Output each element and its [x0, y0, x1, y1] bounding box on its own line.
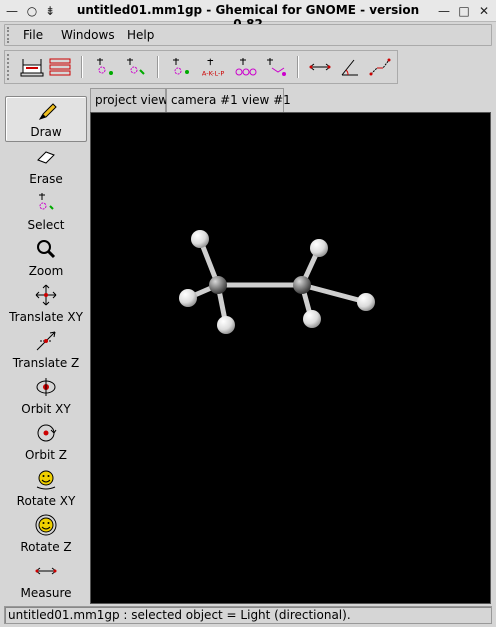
tool-label: Translate Z	[12, 356, 80, 370]
tool-orbit-z[interactable]: Orbit Z	[5, 418, 87, 464]
pencil-icon	[33, 100, 61, 124]
magnifier-icon	[32, 237, 60, 261]
orbit-z-icon	[32, 421, 60, 445]
molecule-render[interactable]	[91, 113, 490, 603]
menu-bar: File Windows Help	[4, 24, 492, 46]
toolbar-separator	[81, 56, 83, 78]
toolbar-select-molecule-icon[interactable]	[263, 54, 289, 80]
tool-label: Orbit Z	[24, 448, 68, 462]
toolbar-measure-torsion-icon[interactable]	[367, 54, 393, 80]
toolbar-select-chain-icon[interactable]: A-K-L-P	[201, 54, 227, 80]
title-bar[interactable]: — ○ ⇟ untitled01.mm1gp - Ghemical for GN…	[0, 0, 496, 31]
toolbar-select-bond-icon[interactable]	[123, 54, 149, 80]
tool-panel: Draw Erase Select Zoom Translate XY Tran…	[5, 96, 87, 602]
menu-file[interactable]: File	[23, 28, 43, 42]
toolbar-open-icon[interactable]	[19, 54, 45, 80]
molecule-viewport[interactable]	[90, 112, 491, 604]
tab-project-view[interactable]: project view	[90, 88, 168, 112]
toolbar-measure-distance-icon[interactable]	[307, 54, 333, 80]
tool-rotate-xy[interactable]: Rotate XY	[5, 464, 87, 510]
translate-xy-icon	[32, 283, 60, 307]
translate-z-icon	[32, 329, 60, 353]
tool-measure[interactable]: Measure	[5, 556, 87, 602]
window-stick-icon[interactable]: ⇟	[42, 3, 58, 19]
rotate-z-icon	[32, 513, 60, 537]
rotate-xy-icon	[32, 467, 60, 491]
measure-icon	[32, 559, 60, 583]
hydrogen-atom[interactable]	[310, 239, 328, 257]
hydrogen-atom[interactable]	[303, 310, 321, 328]
toolbar-separator	[297, 56, 299, 78]
toolbar: A-K-L-P	[4, 50, 398, 84]
minimize-icon[interactable]: —	[436, 3, 452, 19]
tool-zoom[interactable]: Zoom	[5, 234, 87, 280]
window-menu-icon[interactable]: —	[4, 3, 20, 19]
carbon-atom[interactable]	[293, 276, 311, 294]
orbit-xy-icon	[32, 375, 60, 399]
tool-label: Orbit XY	[21, 402, 71, 416]
tool-label: Zoom	[28, 264, 64, 278]
toolbar-measure-angle-icon[interactable]	[337, 54, 363, 80]
menubar-grip[interactable]	[7, 27, 13, 43]
menu-windows[interactable]: Windows	[61, 28, 115, 42]
toolbar-grip[interactable]	[7, 54, 13, 80]
tab-camera-view[interactable]: camera #1 view #1	[166, 88, 291, 112]
close-icon[interactable]: ✕	[476, 3, 492, 19]
akpl-label: A-K-L-P	[202, 69, 224, 77]
tool-erase[interactable]: Erase	[5, 142, 87, 188]
tool-orbit-xy[interactable]: Orbit XY	[5, 372, 87, 418]
tool-label: Translate XY	[9, 310, 83, 324]
toolbar-separator	[157, 56, 159, 78]
toolbar-select-residue-icon[interactable]	[169, 54, 195, 80]
toolbar-select-ring-icon[interactable]	[233, 54, 259, 80]
toolbar-select-atom-icon[interactable]	[93, 54, 119, 80]
tool-label: Rotate Z	[20, 540, 72, 554]
tool-label: Erase	[29, 172, 63, 186]
hydrogen-atom[interactable]	[357, 293, 375, 311]
maximize-icon[interactable]: □	[456, 3, 472, 19]
tool-label: Measure	[20, 586, 72, 600]
select-icon	[32, 191, 60, 215]
tool-label: Draw	[30, 125, 62, 139]
status-bar: untitled01.mm1gp : selected object = Lig…	[4, 606, 492, 624]
tool-translate-xy[interactable]: Translate XY	[5, 280, 87, 326]
hydrogen-atom[interactable]	[179, 289, 197, 307]
tool-label: Rotate XY	[16, 494, 76, 508]
tool-select[interactable]: Select	[5, 188, 87, 234]
hydrogen-atom[interactable]	[191, 230, 209, 248]
tool-translate-z[interactable]: Translate Z	[5, 326, 87, 372]
window-shade-icon[interactable]: ○	[24, 3, 40, 19]
tool-rotate-z[interactable]: Rotate Z	[5, 510, 87, 556]
eraser-icon	[32, 145, 60, 169]
tool-draw[interactable]: Draw	[5, 96, 87, 142]
hydrogen-atom[interactable]	[217, 316, 235, 334]
tool-label: Select	[27, 218, 65, 232]
toolbar-list-icon[interactable]	[47, 54, 73, 80]
menu-help[interactable]: Help	[127, 28, 154, 42]
carbon-atom[interactable]	[209, 276, 227, 294]
